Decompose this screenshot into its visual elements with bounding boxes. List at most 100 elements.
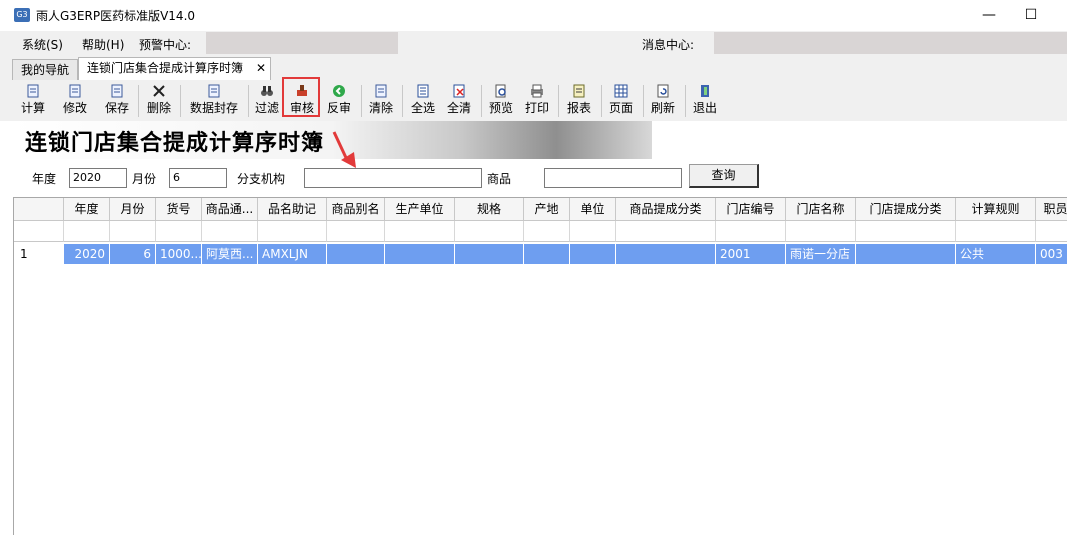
column-header[interactable]: 产地	[524, 198, 570, 221]
delete-x-icon	[153, 85, 165, 97]
column-header[interactable]: 年度	[64, 198, 110, 221]
edit-button[interactable]: 修改	[58, 81, 92, 121]
table-cell[interactable]: 雨诺一分店	[786, 244, 856, 264]
page-button[interactable]: 页面	[606, 81, 636, 121]
message-center-area[interactable]	[714, 32, 1067, 54]
exit-button[interactable]: 退出	[690, 81, 720, 121]
column-header[interactable]: 单位	[570, 198, 616, 221]
filter-row-cell[interactable]	[156, 221, 202, 242]
close-icon[interactable]: ✕	[256, 58, 266, 79]
year-input[interactable]: 2020	[69, 168, 127, 188]
table-cell[interactable]: AMXLJN	[258, 244, 327, 264]
tab-store-commission[interactable]: 连锁门店集合提成计算序时簿 ✕	[78, 57, 271, 80]
column-header[interactable]: 门店编号	[716, 198, 786, 221]
product-input[interactable]	[544, 168, 682, 188]
column-header[interactable]: 商品别名	[327, 198, 385, 221]
filter-row-cell[interactable]	[258, 221, 327, 242]
table-cell[interactable]: 2001	[716, 244, 786, 264]
table-cell[interactable]: 公共	[956, 244, 1036, 264]
report-button[interactable]: 报表	[564, 81, 594, 121]
column-header[interactable]: 计算规则	[956, 198, 1036, 221]
tab-my-navigation[interactable]: 我的导航	[12, 59, 78, 80]
table-cell[interactable]	[327, 244, 385, 264]
unaudit-button[interactable]: 反审	[324, 81, 354, 121]
column-header[interactable]: 职员	[1036, 198, 1067, 221]
toolbar-label: 全清	[446, 101, 471, 115]
table-cell[interactable]: 2020	[64, 244, 110, 264]
table-cell[interactable]: 阿莫西...	[202, 244, 258, 264]
column-header[interactable]: 商品通...	[202, 198, 258, 221]
menu-system[interactable]: 系统(S)	[22, 36, 63, 53]
toolbar-separator	[402, 85, 403, 117]
filter-row-cell[interactable]	[64, 221, 110, 242]
filter-row-cell[interactable]	[956, 221, 1036, 242]
print-button[interactable]: 打印	[522, 81, 552, 121]
doc-icon	[375, 84, 387, 98]
column-header[interactable]: 商品提成分类	[616, 198, 716, 221]
clear-all-button[interactable]: 全清	[444, 81, 474, 121]
alert-center-area[interactable]	[206, 32, 398, 54]
column-header[interactable]: 月份	[110, 198, 156, 221]
filter-row-cell[interactable]	[716, 221, 786, 242]
doc-icon	[27, 84, 39, 98]
table-cell[interactable]	[570, 244, 616, 264]
binoculars-icon	[261, 86, 273, 96]
refresh-button[interactable]: 刷新	[648, 81, 678, 121]
filter-row-cell[interactable]	[385, 221, 455, 242]
preview-button[interactable]: 预览	[486, 81, 516, 121]
column-header[interactable]: 门店名称	[786, 198, 856, 221]
tab-label: 我的导航	[21, 63, 70, 77]
column-header[interactable]: 规格	[455, 198, 524, 221]
filter-button[interactable]: 过滤	[252, 81, 282, 121]
calculate-button[interactable]: 计算	[16, 81, 50, 121]
table-cell[interactable]	[385, 244, 455, 264]
filter-row-cell[interactable]	[327, 221, 385, 242]
table-cell[interactable]	[455, 244, 524, 264]
filter-row-cell[interactable]	[110, 221, 156, 242]
filter-row-cell[interactable]	[455, 221, 524, 242]
month-input[interactable]: 6	[169, 168, 227, 188]
filter-row-cell[interactable]	[570, 221, 616, 242]
column-header[interactable]: 门店提成分类	[856, 198, 956, 221]
minimize-button[interactable]: —	[966, 0, 1012, 31]
toolbar-separator	[180, 85, 181, 117]
delete-button[interactable]: 删除	[142, 81, 176, 121]
product-label: 商品	[487, 172, 512, 186]
branch-input[interactable]	[304, 168, 482, 188]
table-cell[interactable]	[524, 244, 570, 264]
filter-row-cell[interactable]	[1036, 221, 1067, 242]
report-icon	[573, 84, 585, 98]
data-seal-button[interactable]: 数据封存	[186, 81, 242, 121]
filter-row-cell[interactable]	[524, 221, 570, 242]
back-arrow-icon	[333, 85, 345, 97]
row-number[interactable]: 1	[14, 244, 64, 264]
column-header[interactable]: 品名助记	[258, 198, 327, 221]
filter-row-cell[interactable]	[616, 221, 716, 242]
column-header[interactable]: 货号	[156, 198, 202, 221]
select-all-button[interactable]: 全选	[408, 81, 438, 121]
toolbar-label: 数据封存	[189, 101, 238, 115]
menu-help[interactable]: 帮助(H)	[82, 36, 124, 53]
tab-label: 连锁门店集合提成计算序时簿	[87, 61, 244, 75]
filter-row-cell[interactable]	[786, 221, 856, 242]
table-cell[interactable]	[616, 244, 716, 264]
column-header[interactable]: 生产单位	[385, 198, 455, 221]
tab-bar: 我的导航 连锁门店集合提成计算序时簿 ✕	[0, 56, 1067, 82]
query-button[interactable]: 查询	[689, 164, 759, 188]
filter-row-cell[interactable]	[202, 221, 258, 242]
table-cell[interactable]	[856, 244, 956, 264]
clear-button[interactable]: 清除	[366, 81, 396, 121]
save-button[interactable]: 保存	[100, 81, 134, 121]
table-cell[interactable]: 6	[110, 244, 156, 264]
doc-icon	[69, 84, 81, 98]
table-cell[interactable]: 1000...	[156, 244, 202, 264]
exit-door-icon	[701, 85, 709, 97]
maximize-button[interactable]: ☐	[1008, 0, 1054, 31]
toolbar-label: 修改	[62, 101, 87, 115]
toolbar-separator	[685, 85, 686, 117]
data-grid[interactable]: 年度 月份 货号 商品通... 品名助记 商品别名 生产单位 规格 产地 单位 …	[13, 197, 1067, 535]
refresh-icon	[657, 84, 669, 98]
table-cell[interactable]: 003	[1036, 244, 1067, 264]
select-all-icon	[417, 84, 429, 98]
filter-row-cell[interactable]	[856, 221, 956, 242]
